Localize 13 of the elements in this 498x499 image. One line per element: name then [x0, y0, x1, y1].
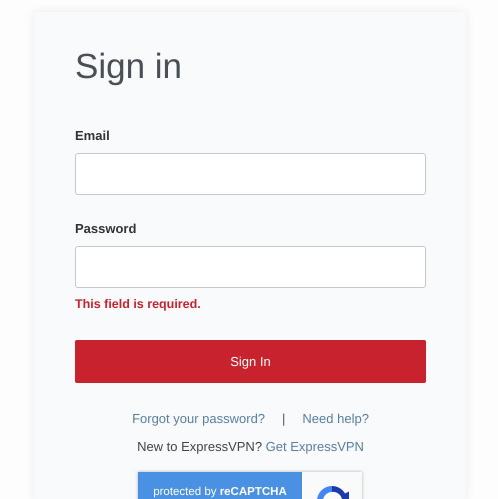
signup-prompt: New to ExpressVPN? Get ExpressVPN	[137, 439, 364, 454]
separator: |	[282, 411, 286, 426]
page-title: Sign in	[75, 46, 182, 88]
sign-in-button[interactable]: Sign In	[75, 340, 426, 383]
input-field[interactable]	[75, 246, 426, 288]
field-label: Email	[75, 128, 110, 144]
recaptcha-text: protected by reCAPTCHA	[153, 486, 287, 498]
help-link[interactable]: Need help?	[302, 411, 369, 426]
error-message: This field is required.	[75, 297, 201, 311]
input-field[interactable]	[75, 153, 426, 195]
forgot-password-link[interactable]: Forgot your password?	[132, 411, 266, 426]
signup-link[interactable]: Get ExpressVPN	[266, 439, 364, 454]
field-label: Password	[75, 221, 136, 237]
